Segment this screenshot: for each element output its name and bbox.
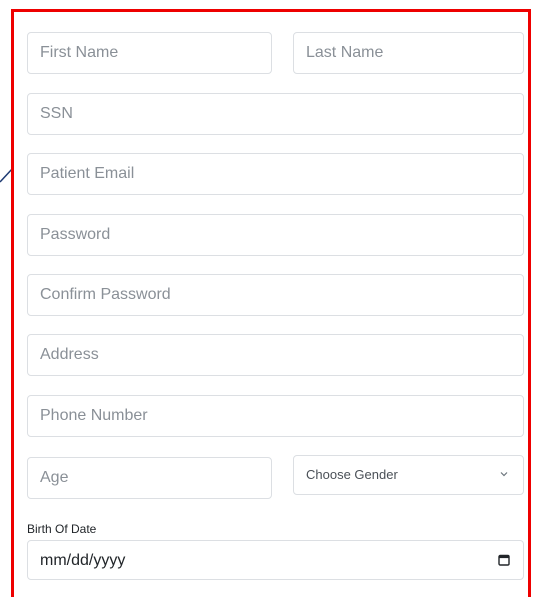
registration-form: Choose Gender Birth Of Date mm/dd/yyyy bbox=[11, 9, 531, 597]
confirm-password-input[interactable] bbox=[27, 274, 524, 316]
phone-number-input[interactable] bbox=[27, 395, 524, 437]
last-name-input[interactable] bbox=[293, 32, 524, 74]
birth-date-input[interactable]: mm/dd/yyyy bbox=[27, 540, 524, 580]
confirm-password-row bbox=[27, 274, 524, 316]
age-input[interactable] bbox=[27, 457, 272, 499]
email-row bbox=[27, 153, 524, 195]
name-row bbox=[27, 32, 524, 74]
password-input[interactable] bbox=[27, 214, 524, 256]
gender-selected-value: Choose Gender bbox=[306, 467, 398, 482]
patient-email-input[interactable] bbox=[27, 153, 524, 195]
birth-date-placeholder: mm/dd/yyyy bbox=[40, 552, 126, 569]
first-name-input[interactable] bbox=[27, 32, 272, 74]
ssn-input[interactable] bbox=[27, 93, 524, 135]
ssn-row bbox=[27, 93, 524, 135]
chevron-down-icon bbox=[500, 472, 508, 477]
address-row bbox=[27, 334, 524, 376]
password-row bbox=[27, 214, 524, 256]
gender-select[interactable]: Choose Gender bbox=[293, 455, 524, 495]
birth-date-label: Birth Of Date bbox=[27, 522, 97, 536]
age-gender-row: Choose Gender bbox=[27, 455, 524, 499]
phone-row bbox=[27, 395, 524, 437]
calendar-icon[interactable] bbox=[498, 554, 510, 566]
address-input[interactable] bbox=[27, 334, 524, 376]
